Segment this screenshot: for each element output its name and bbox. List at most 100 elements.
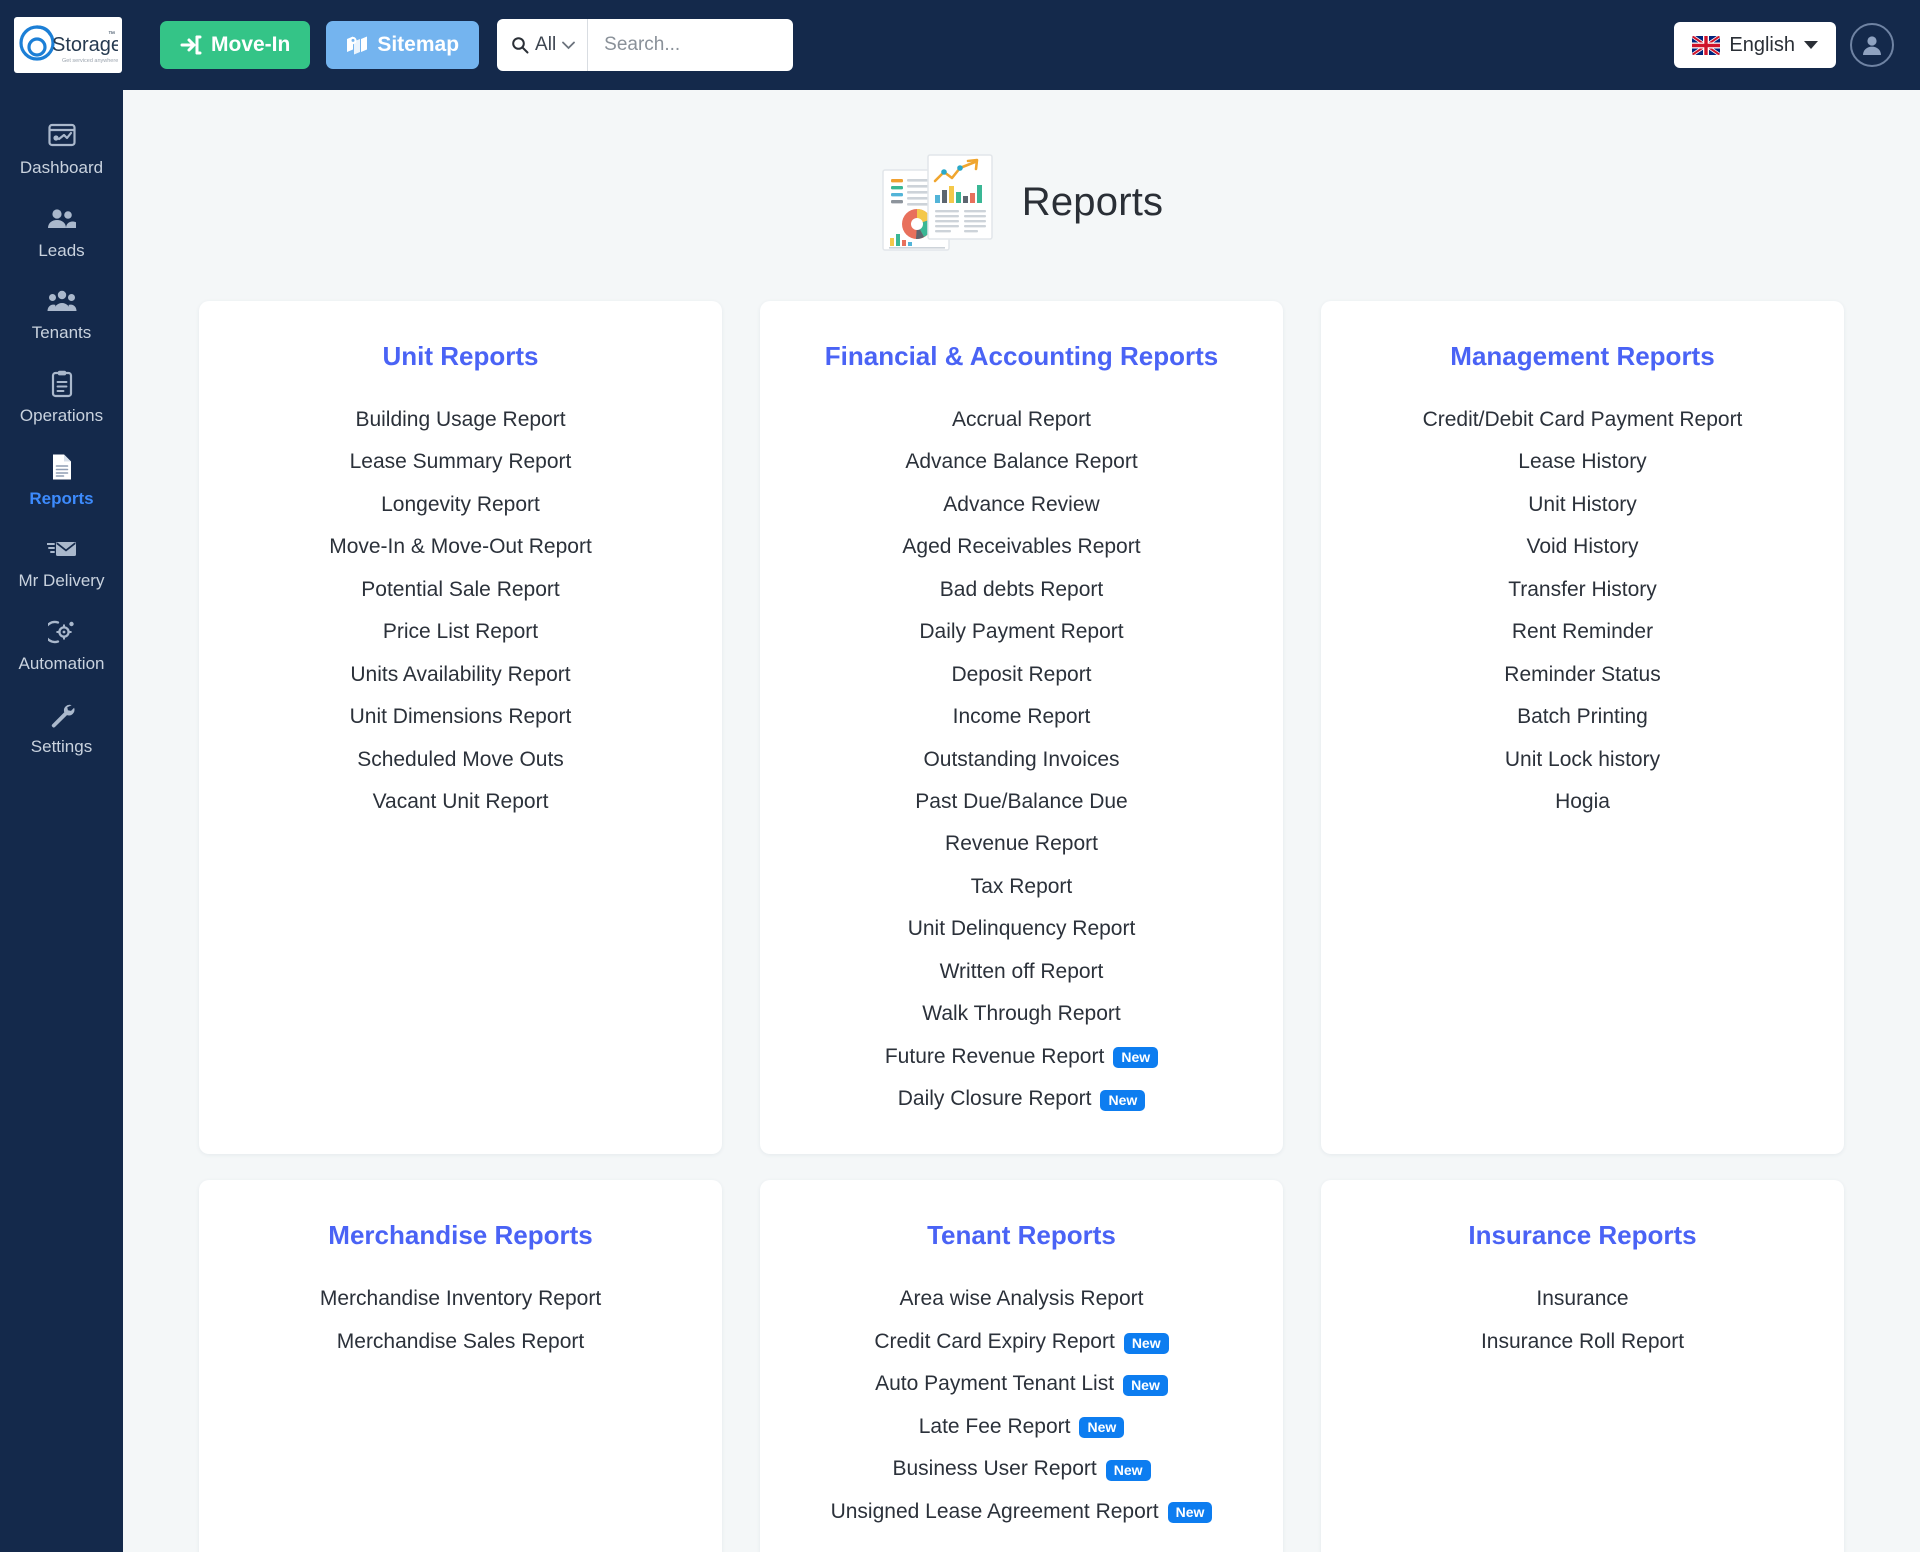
report-link[interactable]: Rent Reminder <box>1512 617 1653 647</box>
report-link-label: Auto Payment Tenant List <box>875 1372 1115 1396</box>
report-link[interactable]: Credit Card Expiry Report New <box>874 1327 1169 1357</box>
report-link[interactable]: Move-In & Move-Out Report <box>329 532 592 562</box>
search-bar: All <box>497 19 794 71</box>
report-link[interactable]: Unit Lock history <box>1505 745 1660 775</box>
new-badge: New <box>1113 1047 1159 1069</box>
report-link[interactable]: Bad debts Report <box>940 575 1103 605</box>
report-link[interactable]: Scheduled Move Outs <box>357 745 564 775</box>
page-header: Reports <box>123 90 1920 257</box>
report-link-label: Price List Report <box>382 620 539 644</box>
report-link[interactable]: Merchandise Inventory Report <box>320 1284 601 1314</box>
language-selector[interactable]: English <box>1674 22 1836 68</box>
report-link-label: Credit Card Expiry Report <box>874 1329 1115 1353</box>
report-link[interactable]: Outstanding Invoices <box>923 745 1119 775</box>
page-title: Reports <box>1021 180 1164 224</box>
app-logo[interactable]: Storage ™ Get serviced anywhere <box>14 17 122 73</box>
reports-grid: Unit Reports Building Usage Report Lease … <box>199 301 1844 1552</box>
sidebar-item-mr-delivery[interactable]: Mr Delivery <box>0 521 123 604</box>
report-link[interactable]: Hogia <box>1555 787 1610 817</box>
report-link-label: Future Revenue Report <box>884 1044 1105 1068</box>
report-link[interactable]: Area wise Analysis Report <box>900 1284 1144 1314</box>
move-in-button[interactable]: Move-In <box>160 21 311 69</box>
new-badge: New <box>1100 1089 1146 1111</box>
card-title: Tenant Reports <box>927 1220 1116 1251</box>
top-bar-right: English <box>1674 22 1894 68</box>
report-link[interactable]: Insurance <box>1536 1284 1628 1314</box>
report-link[interactable]: Advance Review <box>943 490 1099 520</box>
report-link-row: Merchandise Inventory Report <box>223 1278 698 1320</box>
report-link-row: Unit Delinquency Report <box>784 908 1259 950</box>
report-link[interactable]: Advance Balance Report <box>905 447 1137 477</box>
report-link[interactable]: Late Fee Report New <box>919 1412 1125 1442</box>
report-link-row: Move-In & Move-Out Report <box>223 526 698 568</box>
leads-icon <box>47 204 77 234</box>
report-link[interactable]: Building Usage Report <box>355 405 565 435</box>
sidebar-item-dashboard[interactable]: Dashboard <box>0 108 123 191</box>
report-link-label: Accrual Report <box>952 408 1091 431</box>
report-link[interactable]: Insurance Roll Report <box>1481 1327 1684 1357</box>
sitemap-button[interactable]: Sitemap <box>326 21 480 69</box>
sidebar-item-tenants[interactable]: Tenants <box>0 273 123 356</box>
report-link-row: Unsigned Lease Agreement Report New <box>784 1491 1259 1533</box>
report-link[interactable]: Daily Closure Report New <box>898 1084 1146 1114</box>
report-link[interactable]: Written off Report <box>940 957 1104 987</box>
report-link[interactable]: Deposit Report <box>951 660 1091 690</box>
report-link[interactable]: Credit/Debit Card Payment Report <box>1423 405 1743 435</box>
report-link-row: Hogia <box>1345 781 1820 823</box>
report-link[interactable]: Future Revenue Report New <box>884 1042 1159 1072</box>
report-link-label: Merchandise Inventory Report <box>319 1287 602 1311</box>
report-link-row: Accrual Report <box>784 399 1259 441</box>
report-link[interactable]: Aged Receivables Report <box>902 532 1140 562</box>
sidebar-item-settings[interactable]: Settings <box>0 687 123 770</box>
sidebar-item-reports[interactable]: Reports <box>0 439 123 522</box>
search-scope-dropdown[interactable]: All <box>497 19 589 71</box>
card-merchandise-reports: Merchandise Reports Merchandise Inventor… <box>199 1180 722 1552</box>
report-link[interactable]: Lease Summary Report <box>350 447 572 477</box>
report-link[interactable]: Lease History <box>1518 447 1646 477</box>
report-link[interactable]: Transfer History <box>1508 575 1657 605</box>
report-link[interactable]: Revenue Report <box>945 829 1098 859</box>
report-link-label: Unsigned Lease Agreement Report <box>830 1499 1159 1523</box>
report-link[interactable]: Income Report <box>953 702 1091 732</box>
report-link-label: Unit Lock history <box>1504 747 1661 771</box>
report-link-list: Building Usage Report Lease Summary Repor… <box>223 399 698 823</box>
report-link[interactable]: Units Availability Report <box>350 660 570 690</box>
automation-icon <box>47 617 77 647</box>
report-link[interactable]: Daily Payment Report <box>919 617 1123 647</box>
language-label: English <box>1729 33 1795 56</box>
report-link[interactable]: Unsigned Lease Agreement Report New <box>831 1497 1213 1527</box>
sidebar-item-leads[interactable]: Leads <box>0 191 123 274</box>
user-account-button[interactable] <box>1850 23 1894 67</box>
report-link[interactable]: Accrual Report <box>952 405 1091 435</box>
report-link[interactable]: Auto Payment Tenant List New <box>875 1369 1168 1399</box>
card-financial-accounting-reports: Financial & Accounting Reports Accrual R… <box>760 301 1283 1155</box>
report-link-row: Aged Receivables Report <box>784 526 1259 568</box>
report-link[interactable]: Unit Dimensions Report <box>350 702 572 732</box>
report-link[interactable]: Price List Report <box>383 617 538 647</box>
mail-delivery-icon <box>46 534 77 564</box>
report-link[interactable]: Unit Delinquency Report <box>908 914 1136 944</box>
report-link[interactable]: Longevity Report <box>381 490 540 520</box>
report-link-row: Area wise Analysis Report <box>784 1278 1259 1320</box>
report-link[interactable]: Merchandise Sales Report <box>337 1327 584 1357</box>
report-link-row: Credit/Debit Card Payment Report <box>1345 399 1820 441</box>
report-link[interactable]: Business User Report New <box>892 1454 1151 1484</box>
search-input[interactable] <box>588 19 794 71</box>
sidebar-item-automation[interactable]: Automation <box>0 604 123 687</box>
report-link[interactable]: Unit History <box>1528 490 1637 520</box>
move-in-label: Move-In <box>211 33 291 56</box>
report-link[interactable]: Past Due/Balance Due <box>915 787 1127 817</box>
report-link-label: Tax Report <box>970 874 1073 898</box>
report-link[interactable]: Vacant Unit Report <box>373 787 549 817</box>
card-title: Merchandise Reports <box>328 1220 593 1251</box>
report-link[interactable]: Batch Printing <box>1517 702 1648 732</box>
sidebar-item-operations[interactable]: Operations <box>0 356 123 439</box>
report-link[interactable]: Reminder Status <box>1504 660 1660 690</box>
report-link[interactable]: Walk Through Report <box>922 999 1120 1029</box>
report-link[interactable]: Potential Sale Report <box>361 575 559 605</box>
map-marker-icon <box>347 36 368 55</box>
report-link-row: Lease History <box>1345 441 1820 483</box>
report-link[interactable]: Tax Report <box>971 872 1073 902</box>
report-link[interactable]: Void History <box>1526 532 1638 562</box>
card-title: Financial & Accounting Reports <box>824 341 1219 371</box>
